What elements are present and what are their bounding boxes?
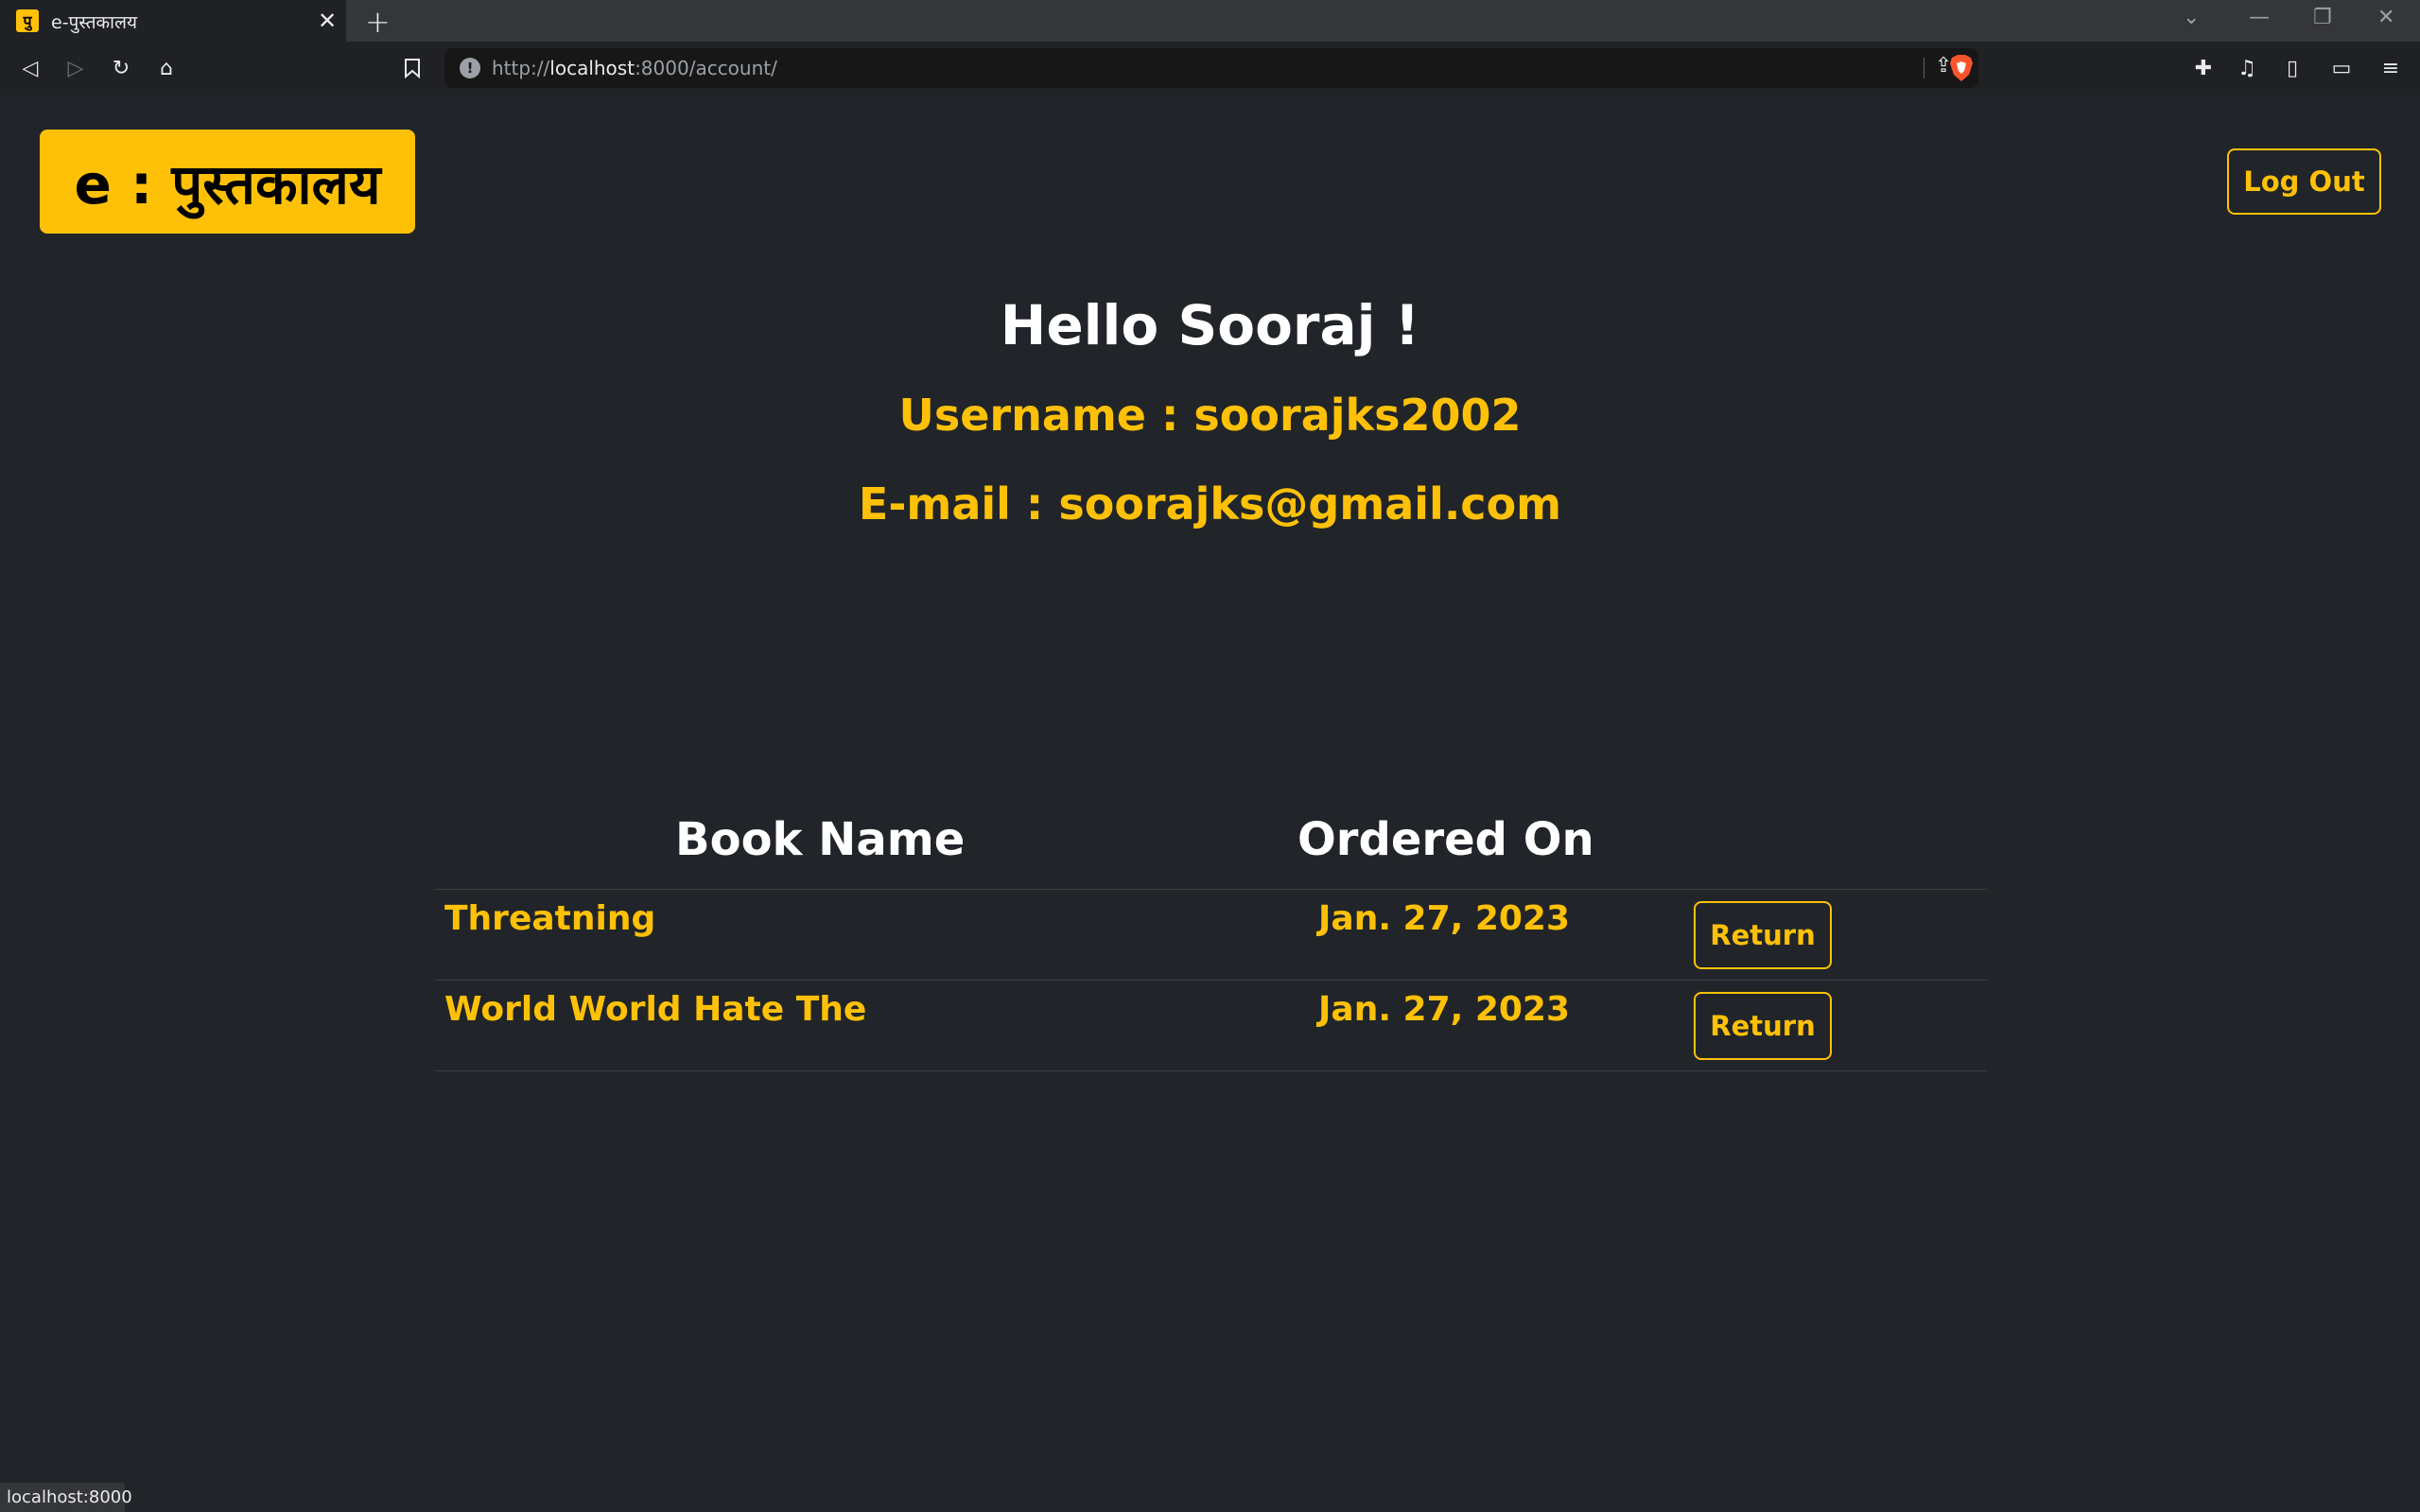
favicon-icon: पु xyxy=(16,9,39,32)
greeting-heading: Hello Sooraj ! xyxy=(1000,293,1420,357)
back-icon[interactable]: ◁ xyxy=(13,51,47,85)
logout-button[interactable]: Log Out xyxy=(2227,148,2381,215)
minimize-icon[interactable]: — xyxy=(2249,6,2270,29)
media-icon[interactable]: ♫ xyxy=(2230,51,2264,85)
address-bar[interactable]: ! http://localhost:8000/account/ ⇪ xyxy=(444,48,1978,88)
window-close-icon[interactable]: ✕ xyxy=(2377,6,2394,29)
username-text: Username : soorajks2002 xyxy=(898,390,1522,441)
brand-logo[interactable]: e : पुस्तकालय xyxy=(40,130,415,234)
browser-tab[interactable]: पु e-पुस्तकालय ✕ xyxy=(0,0,346,42)
tab-strip: पु e-पुस्तकालय ✕ + ⌄ — ❐ ✕ xyxy=(0,0,2420,42)
book-name-cell: World World Hate The xyxy=(444,990,867,1029)
tab-close-icon[interactable]: ✕ xyxy=(318,8,337,34)
browser-toolbar: ◁ ▷ ↻ ⌂ ! http://localhost:8000/account/… xyxy=(0,42,2420,95)
book-name-cell: Threatning xyxy=(444,899,656,938)
reload-icon[interactable]: ↻ xyxy=(104,51,138,85)
ordered-on-cell: Jan. 27, 2023 xyxy=(1318,990,1571,1029)
return-button[interactable]: Return xyxy=(1694,901,1832,969)
forward-icon[interactable]: ▷ xyxy=(59,51,93,85)
tab-search-icon[interactable]: ⌄ xyxy=(2183,6,2200,29)
brave-shields-icon[interactable] xyxy=(1948,54,1975,82)
url-scheme: http:// xyxy=(492,57,550,79)
home-icon[interactable]: ⌂ xyxy=(149,51,183,85)
ordered-on-cell: Jan. 27, 2023 xyxy=(1318,899,1571,938)
site-info-icon[interactable]: ! xyxy=(460,58,480,78)
extensions-icon[interactable]: ✚ xyxy=(2186,51,2220,85)
url-host: localhost xyxy=(549,57,635,79)
status-bar: localhost:8000 xyxy=(0,1483,132,1512)
page-content: e : पुस्तकालय Log Out Hello Sooraj ! Use… xyxy=(0,95,2420,1512)
restore-icon[interactable]: ❐ xyxy=(2313,6,2332,29)
url-text: http://localhost:8000/account/ xyxy=(492,57,777,79)
menu-icon[interactable]: ≡ xyxy=(2374,51,2408,85)
table-bottom-border xyxy=(435,1070,1987,1071)
tab-title: e-पुस्तकालय xyxy=(51,12,137,33)
table-row: Threatning Jan. 27, 2023 Return xyxy=(435,889,1987,980)
return-button[interactable]: Return xyxy=(1694,992,1832,1060)
table-row: World World Hate The Jan. 27, 2023 Retur… xyxy=(435,980,1987,1070)
bookmark-icon[interactable] xyxy=(395,51,429,85)
new-tab-icon[interactable]: + xyxy=(365,4,391,40)
column-header-book-name: Book Name xyxy=(675,813,966,866)
sidebar-icon[interactable]: ▯ xyxy=(2275,51,2309,85)
email-text: E-mail : soorajks@gmail.com xyxy=(858,478,1562,530)
column-header-ordered-on: Ordered On xyxy=(1297,813,1594,866)
url-path: :8000/account/ xyxy=(635,57,777,79)
wallet-icon[interactable]: ▭ xyxy=(2324,51,2359,85)
